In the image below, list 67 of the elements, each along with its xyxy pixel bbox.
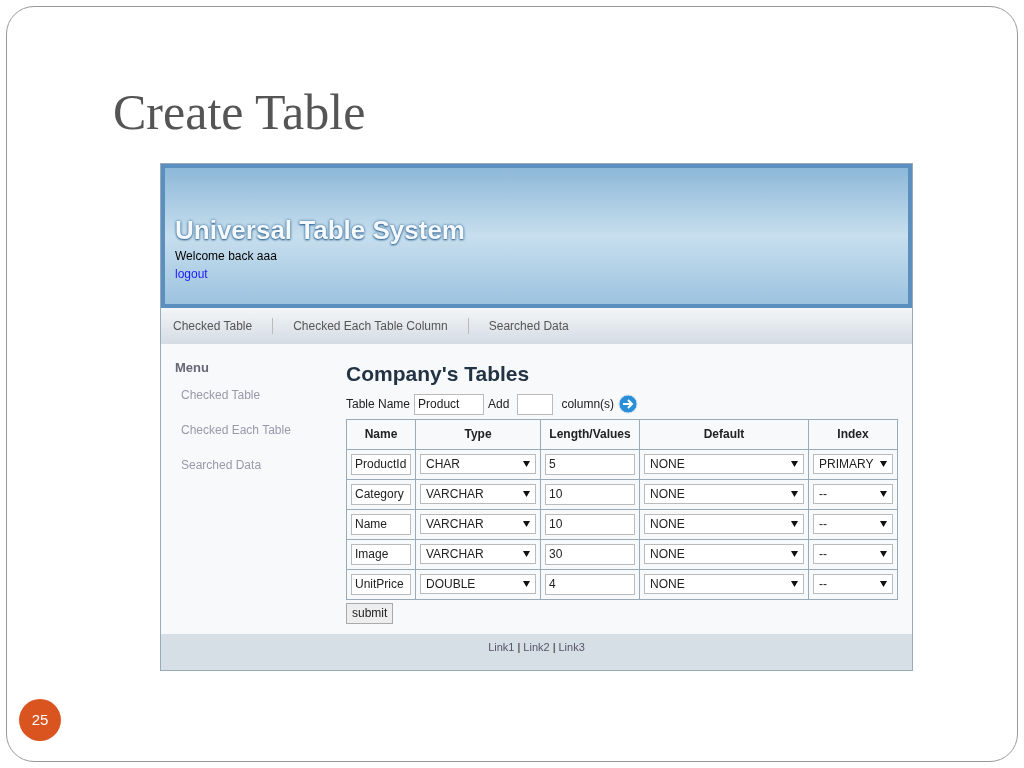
column-name-field[interactable]: Category [351, 483, 411, 505]
columns-label: column(s) [561, 396, 615, 413]
footer-link[interactable]: Link1 [488, 638, 515, 655]
footer-link[interactable]: Link2 [523, 638, 550, 655]
column-header: Default [639, 419, 809, 449]
index-select[interactable]: -- [813, 574, 893, 594]
index-select[interactable]: -- [813, 514, 893, 534]
link-separator: | [552, 639, 556, 655]
nav-link[interactable]: Checked Table [173, 317, 253, 335]
column-name-field[interactable]: Image [351, 543, 411, 565]
site-title: Universal Table System [175, 214, 465, 247]
column-name-field[interactable]: Name [351, 513, 411, 535]
index-select[interactable]: -- [813, 544, 893, 564]
footer-link[interactable]: Link3 [558, 638, 585, 655]
caret-icon [791, 461, 798, 467]
length-field[interactable]: 10 [545, 513, 635, 535]
caret-icon [523, 461, 530, 467]
caret-icon [880, 491, 887, 497]
caret-icon [791, 581, 798, 587]
column-name-field[interactable]: UnitPrice [351, 573, 411, 595]
arrow-circle-icon[interactable] [618, 394, 639, 414]
index-select[interactable]: -- [813, 484, 893, 504]
caret-icon [880, 521, 887, 527]
table-name-label: Table Name [346, 396, 411, 413]
column-count-field[interactable] [517, 393, 554, 415]
caret-icon [523, 491, 530, 497]
caret-icon [523, 581, 530, 587]
length-field[interactable]: 4 [545, 573, 635, 595]
type-select[interactable]: VARCHAR [420, 544, 536, 564]
link-separator: | [517, 639, 521, 655]
caret-icon [791, 521, 798, 527]
default-select[interactable]: NONE [644, 514, 804, 534]
caret-icon [880, 551, 887, 557]
page-number-badge: 25 [19, 699, 61, 741]
type-select[interactable]: DOUBLE [420, 574, 536, 594]
caret-icon [523, 521, 530, 527]
add-label: Add [488, 396, 510, 413]
caret-icon [880, 581, 887, 587]
column-header: Name [346, 419, 416, 449]
type-select[interactable]: VARCHAR [420, 514, 536, 534]
nav-link[interactable]: Searched Data [488, 317, 569, 335]
table-name-field[interactable]: Product [414, 393, 485, 415]
default-select[interactable]: NONE [644, 484, 804, 504]
submit-button[interactable]: submit [346, 602, 394, 624]
caret-icon [523, 551, 530, 557]
caret-icon [791, 551, 798, 557]
caret-icon [880, 461, 887, 467]
type-select[interactable]: CHAR [420, 454, 536, 474]
type-select[interactable]: VARCHAR [420, 484, 536, 504]
column-header: Type [415, 419, 541, 449]
column-header: Length/Values [540, 419, 640, 449]
logout-link[interactable]: logout [175, 264, 208, 283]
column-header: Index [808, 419, 898, 449]
page-heading: Company's Tables [346, 361, 530, 387]
length-field[interactable]: 5 [545, 453, 635, 475]
caret-icon [791, 491, 798, 497]
length-field[interactable]: 10 [545, 483, 635, 505]
nav-link[interactable]: Checked Each Table Column [293, 317, 448, 335]
welcome-text: Welcome back aaa [175, 247, 277, 265]
default-select[interactable]: NONE [644, 544, 804, 564]
default-select[interactable]: NONE [644, 454, 804, 474]
default-select[interactable]: NONE [644, 574, 804, 594]
column-name-field[interactable]: ProductId [351, 453, 411, 475]
menu-heading: Menu [175, 359, 209, 377]
slide-title: Create Table [113, 87, 366, 137]
length-field[interactable]: 30 [545, 543, 635, 565]
index-select[interactable]: PRIMARY [813, 454, 893, 474]
